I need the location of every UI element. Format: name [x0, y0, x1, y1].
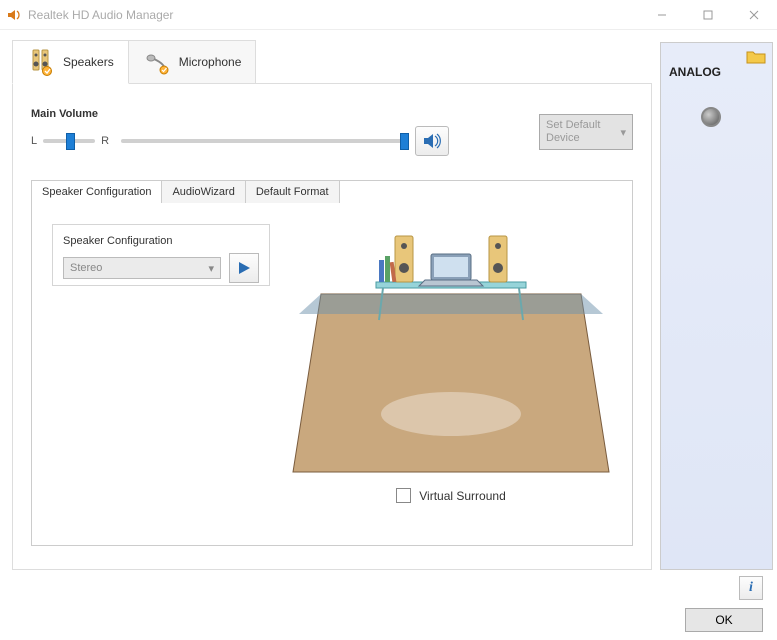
speaker-config-select[interactable]: Stereo ▾ — [63, 257, 221, 279]
speaker-config-group: Speaker Configuration Stereo ▾ — [52, 224, 270, 286]
microphone-icon — [143, 48, 171, 76]
balance-slider[interactable] — [43, 139, 95, 143]
volume-row: Main Volume L R — [31, 108, 633, 156]
config-tabs-frame: Speaker Configuration AudioWizard Defaul… — [31, 180, 633, 546]
speaker-config-label: Speaker Configuration — [63, 235, 259, 247]
folder-icon[interactable] — [746, 49, 766, 68]
info-button[interactable]: i — [739, 576, 763, 600]
chevron-down-icon: ▾ — [620, 126, 626, 139]
tab-speakers-label: Speakers — [63, 55, 114, 69]
tab-speakers[interactable]: Speakers — [12, 40, 129, 84]
sound-icon — [422, 132, 442, 150]
ok-button[interactable]: OK — [685, 608, 763, 632]
window-title: Realtek HD Audio Manager — [28, 8, 639, 22]
virtual-surround-row: Virtual Surround — [396, 488, 506, 503]
virtual-surround-label: Virtual Surround — [419, 489, 506, 503]
app-icon — [6, 7, 22, 23]
play-icon — [237, 261, 251, 275]
config-tabs: Speaker Configuration AudioWizard Defaul… — [31, 180, 631, 203]
balance-l-label: L — [31, 135, 37, 147]
speaker-config-value: Stereo — [70, 262, 102, 274]
maximize-button[interactable] — [685, 0, 731, 30]
window-controls — [639, 0, 777, 30]
main-volume-block: Main Volume L R — [31, 108, 449, 156]
tab-microphone[interactable]: Microphone — [128, 40, 257, 84]
set-default-label: Set Default Device — [546, 119, 616, 145]
tab-microphone-label: Microphone — [179, 55, 242, 69]
tab-speaker-configuration[interactable]: Speaker Configuration — [31, 180, 162, 203]
virtual-surround-checkbox[interactable] — [396, 488, 411, 503]
speaker-room-illustration — [291, 224, 611, 480]
close-button[interactable] — [731, 0, 777, 30]
balance-r-label: R — [101, 135, 109, 147]
main-volume-label: Main Volume — [31, 108, 449, 120]
volume-slider[interactable] — [121, 139, 409, 143]
chevron-down-icon: ▾ — [208, 262, 214, 275]
analog-label: ANALOG — [669, 65, 721, 79]
device-tabs: Speakers Microphone — [12, 40, 652, 84]
tab-audiowizard[interactable]: AudioWizard — [161, 180, 245, 203]
main-card: Main Volume L R — [12, 83, 652, 570]
title-bar: Realtek HD Audio Manager — [0, 0, 777, 30]
analog-panel: ANALOG — [660, 42, 773, 570]
tab-default-format[interactable]: Default Format — [245, 180, 340, 203]
minimize-button[interactable] — [639, 0, 685, 30]
speakers-icon — [27, 48, 55, 76]
analog-jack[interactable] — [701, 107, 721, 127]
speaker-test-play-button[interactable] — [229, 253, 259, 283]
set-default-device-button[interactable]: Set Default Device ▾ — [539, 114, 633, 150]
mute-button[interactable] — [415, 126, 449, 156]
